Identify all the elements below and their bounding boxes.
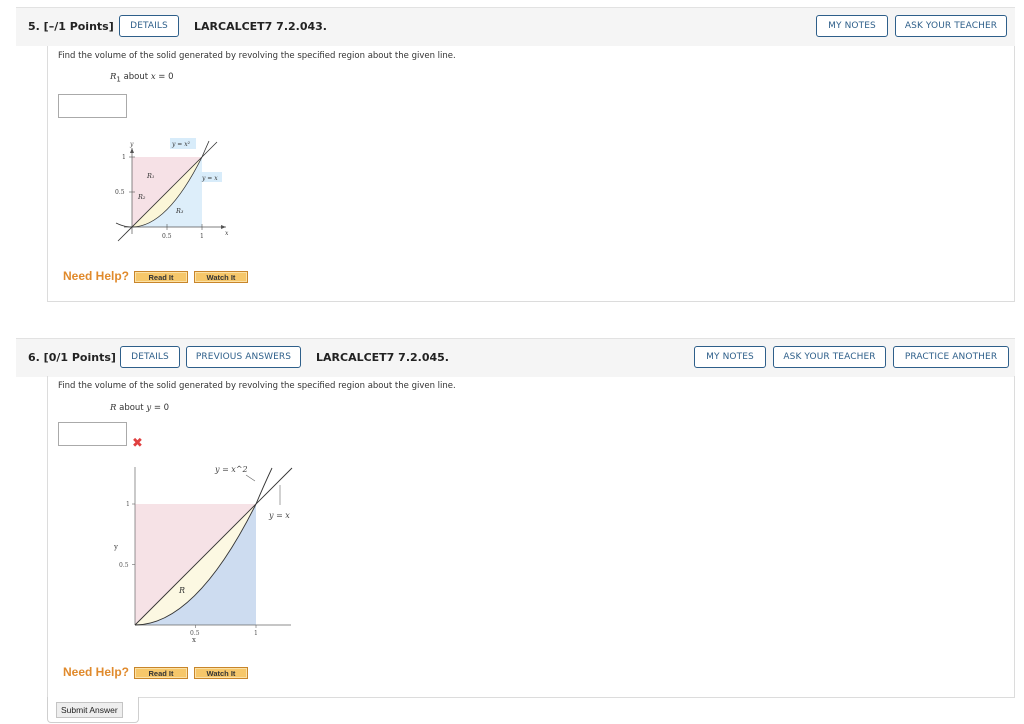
question-6-subprompt: R about y = 0 xyxy=(110,403,169,413)
x-tick-label-05: 0.5 xyxy=(162,233,172,240)
axis-eq: = 0 xyxy=(151,403,170,413)
question-6-prompt: Find the volume of the solid generated b… xyxy=(58,381,456,391)
x-axis-label: x xyxy=(192,636,196,644)
question-5-prompt: Find the volume of the solid generated b… xyxy=(58,51,456,61)
question-5-ask-teacher-button[interactable]: ASK YOUR TEACHER xyxy=(895,15,1007,37)
question-5-watch-it-button[interactable]: Watch It xyxy=(194,271,248,283)
question-5-header: 5. [–/1 Points] DETAILS LARCALCET7 7.2.0… xyxy=(16,7,1015,46)
question-6-answer-input[interactable] xyxy=(58,422,127,446)
question-6-header: 6. [0/1 Points] DETAILS PREVIOUS ANSWERS… xyxy=(16,338,1015,377)
axis-eq: = 0 xyxy=(155,72,174,82)
question-6-details-button[interactable]: DETAILS xyxy=(120,346,180,368)
x-tick-label-1: 1 xyxy=(254,630,258,637)
region-label-r: R xyxy=(178,586,185,595)
question-6-body: Find the volume of the solid generated b… xyxy=(47,376,1015,698)
y-tick-label-1: 1 xyxy=(126,501,130,508)
question-5-subprompt: R1 about x = 0 xyxy=(110,72,174,84)
curve-label-2: y = x xyxy=(268,511,290,520)
region-label-r2: R₂ xyxy=(137,193,146,201)
label-1-leader xyxy=(245,474,256,482)
y-axis-label: y xyxy=(113,543,118,551)
question-5-my-notes-button[interactable]: MY NOTES xyxy=(816,15,888,37)
question-5-points: 5. [–/1 Points] xyxy=(28,20,114,33)
x-axis-arrow xyxy=(221,225,226,229)
question-6-figure: y x 1 0.5 0.5 1 y = x^2 y = x R xyxy=(113,465,293,644)
question-5-code: LARCALCET7 7.2.043. xyxy=(194,20,327,33)
question-6-need-help-label: Need Help? xyxy=(63,665,130,679)
question-6-read-it-button[interactable]: Read It xyxy=(134,667,188,679)
y-tick-label-05: 0.5 xyxy=(115,189,125,196)
question-5-body: Find the volume of the solid generated b… xyxy=(47,46,1015,302)
x-tick-label-1: 1 xyxy=(200,233,204,240)
y-axis-label: y xyxy=(129,141,134,148)
curve-label-2: y = x xyxy=(201,175,218,182)
question-6-my-notes-button[interactable]: MY NOTES xyxy=(694,346,766,368)
about-text: about xyxy=(116,403,147,413)
curve-label-1: y = x² xyxy=(171,141,191,148)
question-5-need-help-label: Need Help? xyxy=(63,269,130,283)
question-6-ask-teacher-button[interactable]: ASK YOUR TEACHER xyxy=(773,346,886,368)
question-5-figure: y x 1 0.5 0.5 1 y = x² y = x R₁ R₂ R₃ xyxy=(115,138,229,242)
submit-answer-button[interactable]: Submit Answer xyxy=(56,702,123,718)
x-axis-label: x xyxy=(225,230,229,237)
y-tick-label-1: 1 xyxy=(122,154,126,161)
question-6-code: LARCALCET7 7.2.045. xyxy=(316,351,449,364)
question-5-answer-input[interactable] xyxy=(58,94,127,118)
question-6-points: 6. [0/1 Points] xyxy=(28,351,116,364)
question-5-read-it-button[interactable]: Read It xyxy=(134,271,188,283)
submit-area: Submit Answer xyxy=(47,697,139,723)
region-label-r1: R₁ xyxy=(146,172,155,180)
y-tick-label-05: 0.5 xyxy=(119,562,129,569)
question-5-details-button[interactable]: DETAILS xyxy=(119,15,179,37)
question-6-practice-another-button[interactable]: PRACTICE ANOTHER xyxy=(893,346,1009,368)
x-tick-label-05: 0.5 xyxy=(190,630,200,637)
curve-label-1: y = x^2 xyxy=(214,465,248,474)
region-label-r3: R₃ xyxy=(175,207,184,215)
y-axis-arrow xyxy=(130,148,134,153)
incorrect-x-icon: ✖ xyxy=(132,436,143,451)
question-6-previous-answers-button[interactable]: PREVIOUS ANSWERS xyxy=(186,346,301,368)
about-text: about xyxy=(120,72,151,82)
question-6-watch-it-button[interactable]: Watch It xyxy=(194,667,248,679)
